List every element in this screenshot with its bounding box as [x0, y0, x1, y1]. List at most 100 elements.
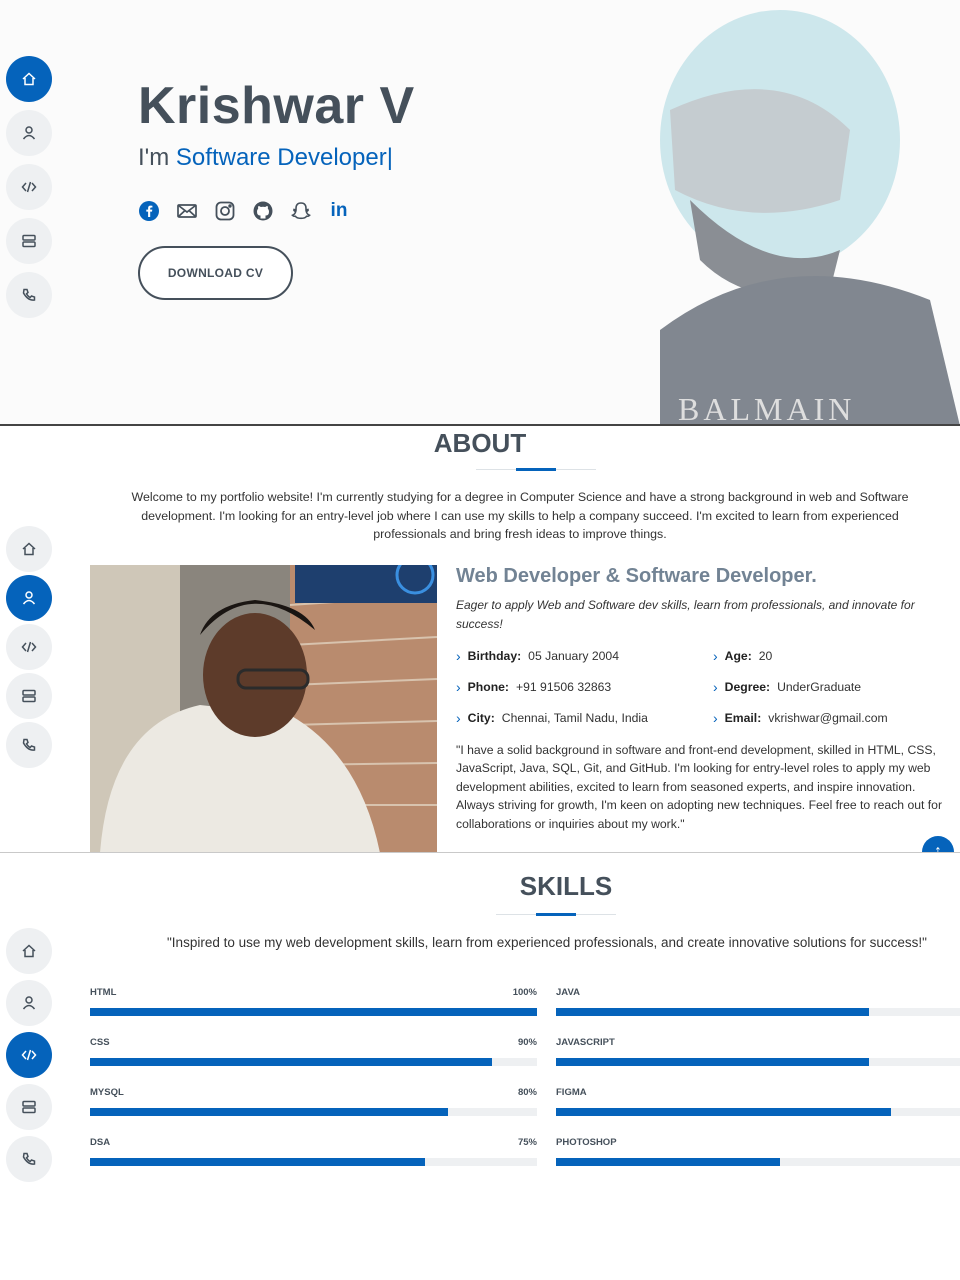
- skill-progress-bar: [90, 1108, 537, 1116]
- fact-value: Chennai, Tamil Nadu, India: [501, 711, 648, 725]
- user-icon: [22, 126, 36, 140]
- skill-percent: 80%: [517, 1087, 537, 1098]
- skill-progress-fill: [90, 1108, 448, 1116]
- nav-contact-button[interactable]: [6, 272, 52, 318]
- social-links: in: [138, 200, 350, 222]
- skill-percent: 100%: [512, 987, 537, 998]
- nav-projects-button[interactable]: [6, 1084, 52, 1130]
- skill-mysql: MYSQL 80%: [90, 1087, 537, 1116]
- code-icon: [21, 1049, 37, 1061]
- home-icon: [22, 542, 36, 556]
- about-title: ABOUT: [433, 428, 527, 458]
- phone-icon: [22, 738, 36, 751]
- user-icon: [22, 996, 36, 1010]
- skill-progress-bar: [556, 1108, 960, 1116]
- skill-dsa: DSA 75%: [90, 1137, 537, 1166]
- hero-typed-text: Software Developer: [175, 144, 387, 171]
- snapchat-icon[interactable]: [290, 200, 312, 222]
- typing-cursor: |: [386, 144, 393, 171]
- skill-progress-bar: [90, 1008, 537, 1016]
- skill-progress-fill: [90, 1158, 426, 1166]
- envelope-icon[interactable]: [176, 200, 198, 222]
- skill-percent: 90%: [517, 1037, 537, 1048]
- code-icon: [21, 641, 37, 653]
- nav-skills-button[interactable]: [6, 164, 52, 210]
- nav-home-button[interactable]: [6, 56, 52, 102]
- nav-contact-button[interactable]: [6, 722, 52, 768]
- chevron-right-icon: ›: [713, 679, 718, 695]
- skill-name: PHOTOSHOP: [556, 1137, 617, 1148]
- skill-css: CSS 90%: [90, 1037, 537, 1066]
- chevron-right-icon: ›: [713, 648, 718, 664]
- nav-about-button[interactable]: [6, 575, 52, 621]
- skill-progress-fill: [90, 1008, 537, 1016]
- skills-title-underline: [496, 913, 616, 916]
- skill-progress-bar: [556, 1058, 960, 1066]
- about-content: Web Developer & Software Developer. Eage…: [456, 565, 956, 833]
- about-title-underline: [476, 468, 596, 471]
- nav-home-button[interactable]: [6, 526, 52, 572]
- nav-about-button[interactable]: [6, 980, 52, 1026]
- download-cv-button[interactable]: DOWNLOAD CV: [138, 246, 293, 300]
- fact-phone: › Phone: +91 91506 32863: [456, 679, 713, 695]
- github-icon[interactable]: [252, 200, 274, 222]
- fact-label: Birthday:: [467, 649, 522, 663]
- chevron-right-icon: ›: [456, 710, 461, 726]
- phone-icon: [22, 1152, 36, 1165]
- about-intro: Welcome to my portfolio website! I'm cur…: [131, 490, 909, 541]
- about-quote: "I have a solid background in software a…: [456, 743, 943, 831]
- skill-progress-bar: [556, 1008, 960, 1016]
- nav-projects-button[interactable]: [6, 673, 52, 719]
- profile-photo: [90, 565, 437, 852]
- fact-value[interactable]: vkrishwar@gmail.com: [768, 711, 887, 725]
- skill-html: HTML 100%: [90, 987, 537, 1016]
- back-to-top-button[interactable]: ↑: [922, 836, 954, 852]
- skill-progress-fill: [556, 1108, 892, 1116]
- fact-birthday: › Birthday: 05 January 2004: [456, 648, 713, 664]
- nav-skills-button[interactable]: [6, 1032, 52, 1078]
- chevron-right-icon: ›: [456, 648, 461, 664]
- skills-title: SKILLS: [519, 871, 613, 901]
- fact-age: › Age: 20: [713, 648, 953, 664]
- fact-city: › City: Chennai, Tamil Nadu, India: [456, 710, 713, 726]
- hero-subtitle-prefix: I'm: [138, 144, 176, 171]
- skill-progress-bar: [90, 1158, 537, 1166]
- skill-progress-fill: [556, 1008, 869, 1016]
- nav-about-button[interactable]: [6, 110, 52, 156]
- skill-progress-fill: [556, 1058, 869, 1066]
- fact-email: › Email: vkrishwar@gmail.com: [713, 710, 953, 726]
- skill-figma: FIGMA: [556, 1087, 960, 1116]
- phone-icon: [22, 288, 36, 301]
- fact-value: UnderGraduate: [777, 680, 862, 694]
- skill-name: JAVASCRIPT: [556, 1037, 615, 1048]
- skill-name: FIGMA: [556, 1087, 587, 1098]
- fact-value: 20: [758, 649, 773, 663]
- about-heading: Web Developer & Software Developer.: [456, 565, 817, 587]
- server-icon: [22, 234, 36, 248]
- nav-skills-button[interactable]: [6, 624, 52, 670]
- skills-grid: HTML 100% JAVA CSS 90% JAVASCRIPT MYSQL 80%…: [90, 987, 960, 1166]
- instagram-icon[interactable]: [214, 200, 236, 222]
- nav-projects-button[interactable]: [6, 218, 52, 264]
- code-icon: [21, 181, 37, 193]
- fact-label: Phone:: [467, 680, 509, 694]
- fact-label: City:: [467, 711, 495, 725]
- fact-value: +91 91506 32863: [515, 680, 612, 694]
- skill-name: JAVA: [556, 987, 580, 998]
- hero-section: BALMAIN Krishwar V I'm Software Develope…: [0, 0, 960, 426]
- side-navigation: [6, 928, 52, 1182]
- side-navigation: [6, 56, 52, 318]
- skill-progress-fill: [90, 1058, 493, 1066]
- about-section: ABOUT Welcome to my portfolio website! I…: [0, 427, 960, 853]
- skill-percent: 75%: [517, 1137, 537, 1148]
- skill-progress-bar: [556, 1158, 960, 1166]
- skill-name: DSA: [90, 1137, 111, 1148]
- fact-degree: › Degree: UnderGraduate: [713, 679, 953, 695]
- skill-java: JAVA: [556, 987, 960, 1016]
- facebook-icon[interactable]: [138, 200, 160, 222]
- linkedin-icon[interactable]: in: [328, 200, 350, 222]
- skill-progress-bar: [90, 1058, 537, 1066]
- server-icon: [22, 689, 36, 703]
- nav-contact-button[interactable]: [6, 1136, 52, 1182]
- hero-subtitle: I'm Software Developer|: [138, 144, 393, 172]
